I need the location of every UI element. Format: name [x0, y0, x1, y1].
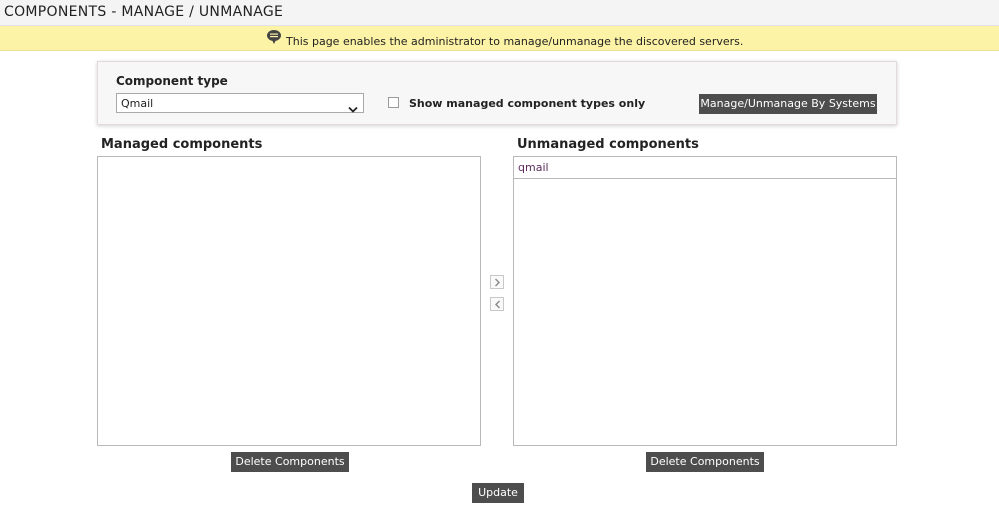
- chevron-down-icon: [348, 99, 358, 113]
- managed-components-list[interactable]: [97, 156, 481, 446]
- unmanaged-components-list[interactable]: qmail: [513, 156, 897, 446]
- delete-managed-components-button[interactable]: Delete Components: [231, 452, 349, 472]
- update-button[interactable]: Update: [472, 483, 524, 503]
- component-type-label: Component type: [116, 74, 228, 88]
- show-managed-only-checkbox[interactable]: [388, 97, 399, 108]
- component-type-value: Qmail: [121, 97, 154, 110]
- unmanaged-components-title: Unmanaged components: [517, 137, 699, 152]
- info-bar: This page enables the administrator to m…: [0, 26, 999, 51]
- managed-components-title: Managed components: [101, 137, 263, 152]
- show-managed-only-label: Show managed component types only: [409, 97, 646, 110]
- filter-panel: Component type Qmail Show managed compon…: [97, 61, 897, 125]
- info-message: This page enables the administrator to m…: [286, 35, 744, 48]
- speech-bubble-icon: [266, 29, 282, 45]
- move-left-button[interactable]: [490, 297, 504, 311]
- chevron-left-icon: [495, 300, 500, 309]
- page-title: COMPONENTS - MANAGE / UNMANAGE: [4, 4, 284, 20]
- list-item[interactable]: qmail: [514, 157, 896, 179]
- manage-by-systems-button[interactable]: Manage/Unmanage By Systems: [699, 94, 877, 114]
- component-type-select[interactable]: Qmail: [116, 93, 364, 113]
- move-right-button[interactable]: [490, 275, 504, 289]
- chevron-right-icon: [495, 278, 500, 287]
- title-bar: COMPONENTS - MANAGE / UNMANAGE: [0, 0, 999, 26]
- delete-unmanaged-components-button[interactable]: Delete Components: [646, 452, 764, 472]
